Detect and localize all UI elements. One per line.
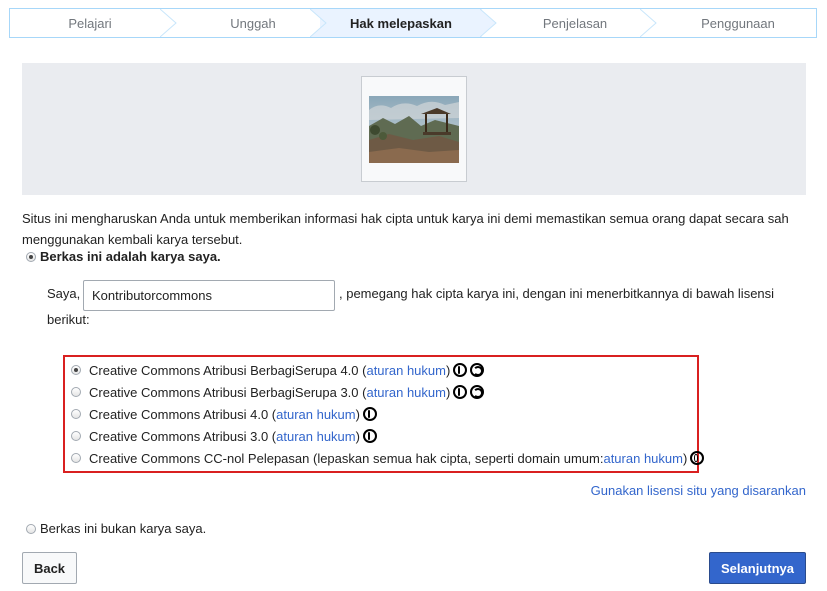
license-name: Creative Commons Atribusi 3.0 ( bbox=[89, 428, 277, 444]
step-hak-melepaskan: Hak melepaskan bbox=[320, 9, 482, 37]
license-name: Creative Commons Atribusi BerbagiSerupa … bbox=[89, 384, 367, 400]
license-radio[interactable] bbox=[71, 431, 81, 441]
license-option-cc-by-3[interactable]: Creative Commons Atribusi 3.0 (aturan hu… bbox=[71, 426, 377, 446]
legal-code-link[interactable]: aturan hukum bbox=[366, 385, 446, 400]
license-name: Creative Commons Atribusi 4.0 ( bbox=[89, 406, 277, 422]
next-button[interactable]: Selanjutnya bbox=[709, 552, 806, 584]
license-name: Creative Commons Atribusi BerbagiSerupa … bbox=[89, 362, 367, 378]
cc-by-icon bbox=[362, 429, 377, 443]
thumbnail-image bbox=[369, 96, 459, 163]
step-separator-icon bbox=[480, 9, 497, 37]
step-separator-icon bbox=[310, 9, 328, 37]
not-own-work-label: Berkas ini bukan karya saya. bbox=[40, 521, 207, 536]
license-close-paren: ) bbox=[355, 406, 360, 422]
file-preview-area bbox=[22, 63, 806, 195]
suggested-license-link[interactable]: Gunakan lisensi situ yang disarankan bbox=[591, 483, 806, 498]
step-penggunaan: Penggunaan bbox=[701, 15, 775, 31]
author-prefix: Saya, bbox=[47, 286, 81, 301]
not-own-work-radio[interactable] bbox=[26, 523, 36, 534]
not-own-work-option[interactable]: Berkas ini bukan karya saya. bbox=[26, 521, 206, 536]
step-pelajari: Pelajari bbox=[68, 15, 112, 31]
license-close-paren: ) bbox=[355, 428, 360, 444]
license-radio[interactable] bbox=[71, 453, 81, 463]
cc-sa-icon bbox=[470, 385, 485, 399]
own-work-radio[interactable] bbox=[26, 251, 36, 262]
step-separator-icon bbox=[640, 9, 657, 37]
author-suffix: , pemegang hak cipta karya ini, dengan i… bbox=[339, 286, 775, 301]
back-button[interactable]: Back bbox=[22, 552, 77, 584]
copyright-intro-text: Situs ini mengharuskan Anda untuk member… bbox=[22, 211, 789, 247]
legal-code-link[interactable]: aturan hukum bbox=[276, 407, 356, 422]
license-radio[interactable] bbox=[71, 365, 81, 375]
author-suffix-line2: berikut: bbox=[47, 312, 90, 327]
cc-sa-icon bbox=[470, 363, 485, 377]
legal-code-link[interactable]: aturan hukum bbox=[276, 429, 356, 444]
license-option-cc-by-sa-4[interactable]: Creative Commons Atribusi BerbagiSerupa … bbox=[71, 360, 485, 380]
legal-code-link[interactable]: aturan hukum bbox=[366, 363, 446, 378]
license-options-box: Creative Commons Atribusi BerbagiSerupa … bbox=[63, 355, 705, 473]
thumbnail-frame bbox=[361, 76, 467, 182]
step-separator-icon bbox=[160, 9, 177, 37]
own-work-option[interactable]: Berkas ini adalah karya saya. bbox=[26, 249, 221, 264]
license-radio[interactable] bbox=[71, 409, 81, 419]
cc-by-icon bbox=[453, 363, 468, 377]
license-option-cc-by-4[interactable]: Creative Commons Atribusi 4.0 (aturan hu… bbox=[71, 404, 377, 424]
license-close-paren: ) bbox=[445, 362, 451, 378]
license-name: Creative Commons CC-nol Pelepasan (lepas… bbox=[89, 450, 604, 466]
own-work-label: Berkas ini adalah karya saya. bbox=[40, 249, 221, 264]
license-option-cc0[interactable]: Creative Commons CC-nol Pelepasan (lepas… bbox=[71, 448, 705, 468]
step-unggah: Unggah bbox=[230, 15, 276, 31]
license-option-cc-by-sa-3[interactable]: Creative Commons Atribusi BerbagiSerupa … bbox=[71, 382, 485, 402]
license-radio[interactable] bbox=[71, 387, 81, 397]
step-penjelasan: Penjelasan bbox=[542, 15, 608, 31]
cc-by-icon bbox=[453, 385, 468, 399]
license-close-paren: ) bbox=[445, 384, 451, 400]
cc-zero-icon bbox=[690, 451, 705, 465]
upload-steps-bar: Pelajari Unggah Hak melepaskan Penjelasa… bbox=[9, 8, 817, 38]
cc-by-icon bbox=[362, 407, 377, 421]
legal-code-link[interactable]: aturan hukum bbox=[603, 451, 683, 466]
author-name-input[interactable] bbox=[83, 280, 335, 311]
license-close-paren: ) bbox=[682, 450, 688, 466]
